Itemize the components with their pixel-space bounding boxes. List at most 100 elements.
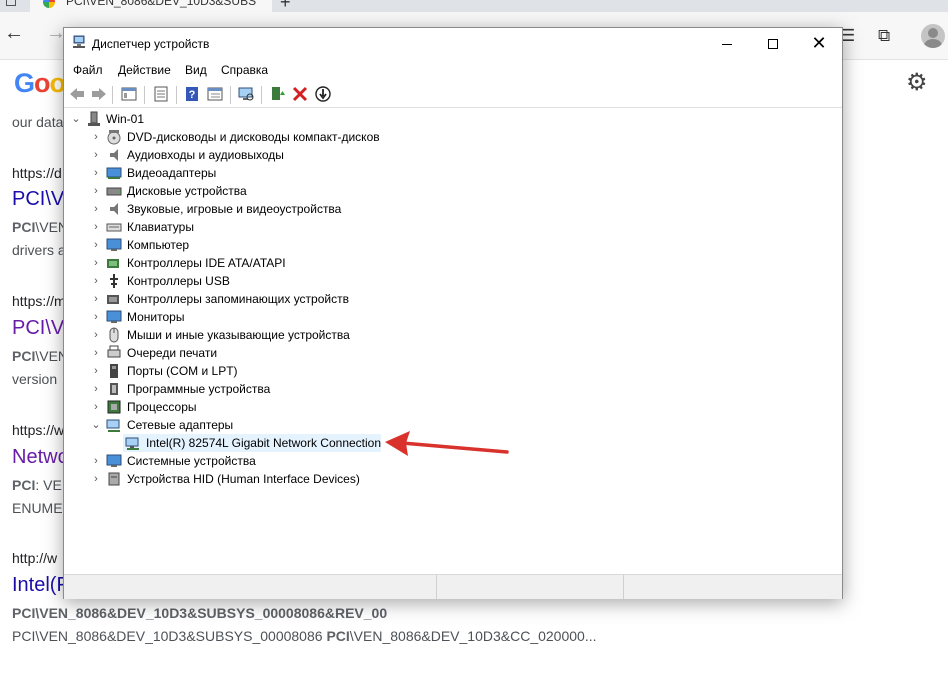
properties-icon[interactable]	[152, 85, 170, 103]
tree-root[interactable]: ⌄ Win-01	[64, 110, 842, 128]
tree-category[interactable]: › Компьютер	[64, 236, 842, 254]
minimize-button[interactable]	[704, 28, 750, 58]
tab-title: PCI\VEN_8086&DEV_10D3&SUBS	[66, 0, 257, 8]
display-adapter-icon	[106, 167, 122, 179]
show-hide-console-tree-icon[interactable]	[120, 85, 138, 103]
result-title-link[interactable]: PCI\V	[12, 317, 64, 340]
usb-icon	[110, 274, 118, 288]
tree-category-label: Аудиовходы и аудиовыходы	[127, 148, 284, 162]
close-button[interactable]: ✕	[796, 28, 842, 58]
expand-chevron-icon[interactable]: ›	[90, 148, 102, 162]
disable-device-icon[interactable]	[314, 85, 332, 103]
collapse-chevron-icon[interactable]: ⌄	[90, 418, 102, 432]
update-driver-icon[interactable]	[269, 85, 287, 103]
toolbar: ?	[64, 81, 842, 108]
menu-file[interactable]: Файл	[73, 63, 103, 77]
result-snippet: PCI\VEN	[12, 348, 68, 364]
scan-hardware-icon[interactable]	[237, 85, 255, 103]
browser-tabstrip: PCI\VEN_8086&DEV_10D3&SUBS +	[0, 0, 948, 12]
tree-category-label: Мыши и иные указывающие устройства	[127, 328, 350, 342]
expand-chevron-icon[interactable]: ›	[90, 274, 102, 288]
result-title-link[interactable]: PCI\V	[12, 188, 64, 211]
tree-category[interactable]: › DVD-дисководы и дисководы компакт-диско…	[64, 128, 842, 146]
action-view-icon[interactable]	[206, 85, 224, 103]
tree-category[interactable]: › Аудиовходы и аудиовыходы	[64, 146, 842, 164]
result-title-link[interactable]: Intel(F	[12, 574, 69, 597]
collections-icon[interactable]: ⧉	[878, 26, 890, 46]
tree-category[interactable]: › Звуковые, игровые и видеоустройства	[64, 200, 842, 218]
tab-actions-icon[interactable]	[6, 0, 16, 6]
tree-category[interactable]: › Видеоадаптеры	[64, 164, 842, 182]
expand-chevron-icon[interactable]: ›	[90, 238, 102, 252]
tree-category[interactable]: › Программные устройства	[64, 380, 842, 398]
profile-avatar[interactable]	[921, 24, 945, 48]
toolbar-separator	[176, 86, 177, 104]
expand-chevron-icon[interactable]: ›	[90, 454, 102, 468]
maximize-button[interactable]	[750, 28, 796, 58]
expand-chevron-icon[interactable]: ›	[90, 472, 102, 486]
tree-category-label: Видеоадаптеры	[127, 166, 217, 180]
expand-chevron-icon[interactable]: ›	[90, 400, 102, 414]
window-title: Диспетчер устройств	[92, 37, 210, 51]
tree-category-label: Сетевые адаптеры	[127, 418, 234, 432]
result-snippet-bold-line: PCI\VEN_8086&DEV_10D3&SUBSYS_00008086&RE…	[12, 605, 388, 621]
expand-chevron-icon[interactable]: ›	[90, 166, 102, 180]
menu-help[interactable]: Справка	[221, 63, 268, 77]
settings-gear-icon[interactable]: ⚙	[906, 68, 928, 97]
tree-category[interactable]: › Процессоры	[64, 398, 842, 416]
back-icon[interactable]	[68, 85, 86, 103]
browser-tab[interactable]: PCI\VEN_8086&DEV_10D3&SUBS	[30, 0, 272, 12]
expand-chevron-icon[interactable]: ›	[90, 292, 102, 306]
tree-category[interactable]: › Мыши и иные указывающие устройства	[64, 326, 842, 344]
hid-icon	[108, 472, 120, 486]
tree-category-label: Дисковые устройства	[127, 184, 247, 198]
collapse-chevron-icon[interactable]: ⌄	[70, 112, 82, 126]
device-manager-icon	[73, 35, 85, 48]
print-queue-icon	[107, 345, 121, 358]
tree-category-label: Контроллеры IDE ATA/ATAPI	[127, 256, 286, 270]
expand-chevron-icon[interactable]: ›	[90, 220, 102, 234]
uninstall-device-icon[interactable]	[291, 85, 309, 103]
forward-icon[interactable]	[90, 85, 108, 103]
tree-category[interactable]: › Очереди печати	[64, 344, 842, 362]
tree-root-label: Win-01	[106, 112, 145, 126]
expand-chevron-icon[interactable]: ›	[90, 346, 102, 360]
tree-category[interactable]: › Контроллеры IDE ATA/ATAPI	[64, 254, 842, 272]
tree-category[interactable]: › Контроллеры USB	[64, 272, 842, 290]
close-icon: ✕	[811, 33, 827, 53]
sound-icon	[110, 203, 118, 215]
tree-category[interactable]: › Контроллеры запоминающих устройств	[64, 290, 842, 308]
tree-category[interactable]: › Дисковые устройства	[64, 182, 842, 200]
title-bar[interactable]: Диспетчер устройств ✕	[64, 28, 842, 58]
tree-category-label: Порты (COM и LPT)	[127, 364, 238, 378]
expand-chevron-icon[interactable]: ›	[90, 202, 102, 216]
tree-category-label: Устройства HID (Human Interface Devices)	[127, 472, 360, 486]
expand-chevron-icon[interactable]: ›	[90, 382, 102, 396]
expand-chevron-icon[interactable]: ›	[90, 364, 102, 378]
tree-category[interactable]: › Порты (COM и LPT)	[64, 362, 842, 380]
tree-category[interactable]: › Устройства HID (Human Interface Devices…	[64, 470, 842, 488]
expand-chevron-icon[interactable]: ›	[90, 256, 102, 270]
device-manager-window: Диспетчер устройств ✕ Файл Действие Вид …	[63, 27, 843, 599]
network-adapter-icon	[106, 419, 120, 432]
expand-chevron-icon[interactable]: ›	[90, 184, 102, 198]
computer-icon	[106, 238, 122, 251]
google-logo[interactable]: Goo	[14, 68, 66, 99]
back-arrow-icon[interactable]: ←	[4, 22, 24, 45]
expand-chevron-icon[interactable]: ›	[90, 310, 102, 324]
svg-text:?: ?	[189, 89, 196, 101]
status-cell	[64, 575, 437, 599]
tree-category[interactable]: › Мониторы	[64, 308, 842, 326]
annotation-arrow	[385, 431, 509, 456]
snippet-bold: PCI	[12, 219, 36, 235]
toolbar-separator	[144, 86, 145, 104]
menu-view[interactable]: Вид	[185, 63, 207, 77]
tree-category-label: Компьютер	[127, 238, 190, 252]
tree-category[interactable]: › Клавиатуры	[64, 218, 842, 236]
expand-chevron-icon[interactable]: ›	[90, 130, 102, 144]
processor-icon	[107, 400, 121, 414]
expand-chevron-icon[interactable]: ›	[90, 328, 102, 342]
result-title-link[interactable]: Netwo	[12, 446, 69, 469]
menu-action[interactable]: Действие	[118, 63, 171, 77]
help-icon[interactable]: ?	[183, 85, 201, 103]
